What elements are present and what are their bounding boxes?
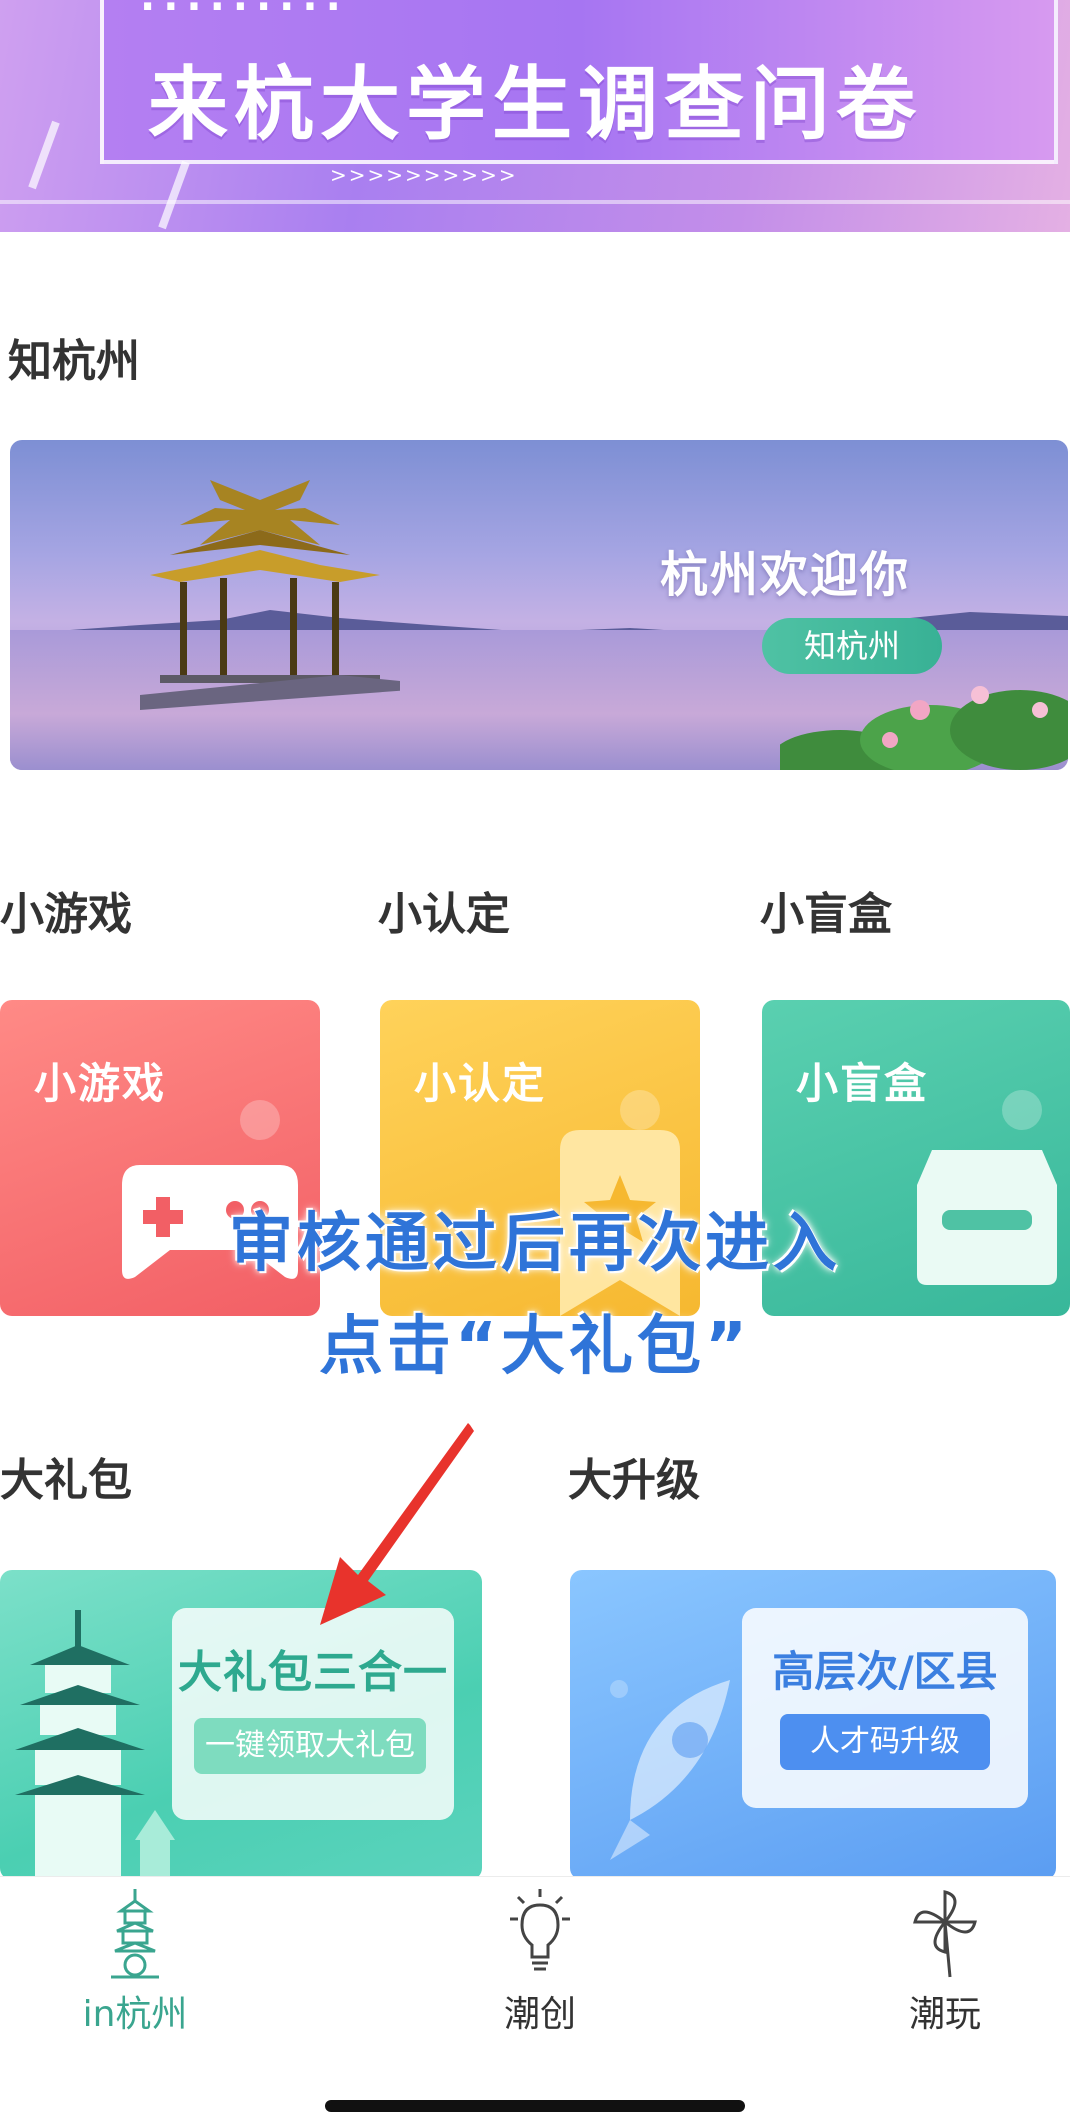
section-title-zhi-hangzhou: 知杭州: [8, 336, 140, 387]
home-indicator: [325, 2100, 745, 2112]
tab-in-hangzhou[interactable]: in杭州: [35, 1887, 235, 2037]
banner-top-text: ·········: [140, 0, 1030, 30]
annotation-line-1: 审核通过后再次进入: [229, 1207, 841, 1281]
upgrade-title: 高层次/区县: [772, 1647, 998, 1696]
section-title-mini-game: 小游戏: [0, 889, 132, 940]
upgrade-panel: 高层次/区县 人才码升级: [742, 1608, 1028, 1808]
pagoda-graphic: [15, 1610, 175, 1880]
pavilion-graphic: [140, 480, 400, 710]
section-title-mini-box: 小盲盒: [760, 889, 892, 940]
lightbulb-icon: [510, 1889, 570, 1971]
banner-divider: [0, 200, 1070, 204]
red-arrow-annotation: [320, 1423, 474, 1625]
rocket-icon: [610, 1680, 730, 1860]
annotation-line-2: 点击“大礼包”: [318, 1310, 752, 1384]
section-title-big-upgrade: 大升级: [568, 1455, 700, 1506]
welcome-text: 杭州欢迎你: [660, 547, 911, 603]
section-title-mini-cert: 小认定: [378, 889, 510, 940]
pinwheel-icon: [913, 1890, 977, 1978]
upgrade-code-button[interactable]: 人才码升级: [780, 1714, 990, 1770]
mini-box-label: 小盲盒: [796, 1059, 929, 1108]
big-upgrade-card[interactable]: 高层次/区县 人才码升级: [570, 1570, 1056, 1880]
decor-bubble: [1002, 1090, 1042, 1130]
decor-bubble: [610, 1680, 628, 1698]
banner-chevrons: >>>>>>>>>>: [330, 163, 518, 187]
section-title-big-gift: 大礼包: [0, 1455, 132, 1506]
tab-label: 潮创: [503, 1994, 576, 2035]
pagoda-icon: [111, 1889, 159, 1979]
decor-bubble: [620, 1090, 660, 1130]
hangzhou-welcome-banner[interactable]: 杭州欢迎你 知杭州: [10, 440, 1068, 770]
mini-game-label: 小游戏: [34, 1059, 167, 1108]
claim-gift-button[interactable]: 一键领取大礼包: [194, 1718, 426, 1774]
zhi-hangzhou-button[interactable]: 知杭州: [762, 618, 942, 674]
mini-cert-label: 小认定: [414, 1059, 547, 1108]
tab-label: 潮玩: [908, 1994, 981, 2035]
decor-bubble: [240, 1100, 280, 1140]
tab-label: in杭州: [82, 1994, 188, 2035]
tab-chaowan[interactable]: 潮玩: [845, 1887, 1045, 2037]
banner-title: 来杭大学生调查问卷: [148, 58, 922, 151]
tab-chaochuang[interactable]: 潮创: [440, 1887, 640, 2037]
bottom-tab-bar: in杭州 潮创 潮玩: [0, 1876, 1070, 2128]
survey-banner[interactable]: ········· 来杭大学生调查问卷 >>>>>>>>>>: [0, 0, 1070, 232]
gift-panel: 大礼包三合一 一键领取大礼包: [172, 1608, 454, 1820]
banner-decoration: [158, 160, 190, 230]
gift-title: 大礼包三合一: [178, 1647, 448, 1698]
